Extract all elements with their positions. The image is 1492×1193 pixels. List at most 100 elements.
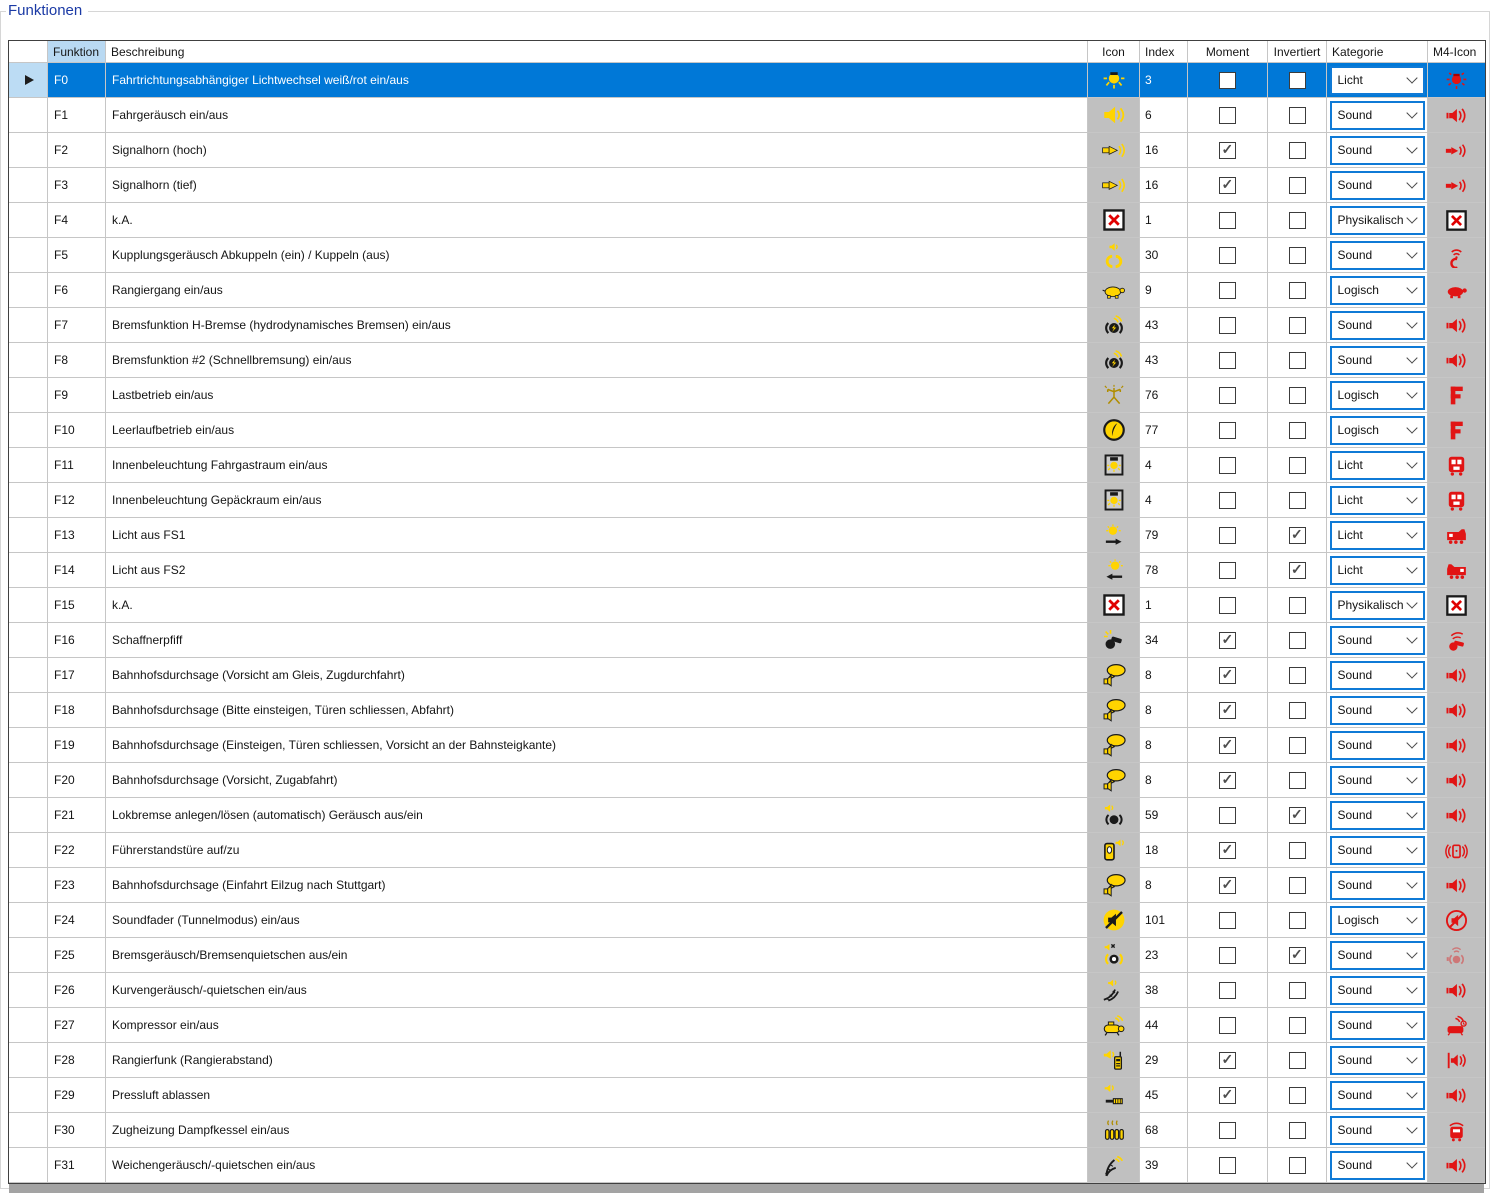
kategorie-select[interactable]: Logisch	[1329, 905, 1425, 935]
kategorie-select[interactable]: Sound	[1329, 1150, 1425, 1180]
table-row[interactable]: F1 Fahrgeräusch ein/aus 6 Sound	[9, 98, 1485, 133]
moment-checkbox[interactable]	[1219, 561, 1236, 579]
invertiert-checkbox[interactable]	[1288, 876, 1306, 894]
table-row[interactable]: F11 Innenbeleuchtung Fahrgastraum ein/aus…	[9, 448, 1485, 483]
row-selector-cell[interactable]	[9, 133, 48, 168]
moment-checkbox[interactable]	[1219, 246, 1236, 264]
kategorie-select[interactable]: Licht	[1329, 65, 1425, 95]
moment-checkbox[interactable]	[1219, 806, 1236, 824]
moment-checkbox[interactable]	[1219, 351, 1236, 369]
invertiert-checkbox[interactable]	[1288, 386, 1306, 404]
kategorie-select[interactable]: Sound	[1329, 1080, 1425, 1110]
table-row[interactable]: F21 Lokbremse anlegen/lösen (automatisch)…	[9, 798, 1485, 833]
row-selector-cell[interactable]	[9, 238, 48, 273]
header-icon[interactable]: Icon	[1088, 41, 1140, 63]
kategorie-select[interactable]: Logisch	[1329, 380, 1425, 410]
invertiert-checkbox[interactable]	[1288, 1156, 1306, 1174]
invertiert-checkbox[interactable]	[1288, 631, 1306, 649]
table-row[interactable]: F13Licht aus FS1 79 Licht	[9, 518, 1485, 553]
moment-checkbox[interactable]	[1219, 876, 1236, 894]
invertiert-checkbox[interactable]	[1288, 771, 1306, 789]
kategorie-select[interactable]: Licht	[1329, 485, 1425, 515]
kategorie-select[interactable]: Sound	[1329, 975, 1425, 1005]
row-selector-cell[interactable]	[9, 1078, 48, 1113]
kategorie-select[interactable]: Sound	[1329, 240, 1425, 270]
kategorie-select[interactable]: Sound	[1329, 800, 1425, 830]
table-row[interactable]: F15 k.A. 1 Physikalisch	[9, 588, 1485, 623]
kategorie-select[interactable]: Sound	[1329, 695, 1425, 725]
invertiert-checkbox[interactable]	[1288, 246, 1306, 264]
kategorie-select[interactable]: Sound	[1329, 345, 1425, 375]
table-row[interactable]: F31 Weichengeräusch/-quietschen ein/aus 39…	[9, 1148, 1485, 1183]
table-row[interactable]: F30 Zugheizung Dampfkessel ein/aus 68 Sound	[9, 1113, 1485, 1148]
invertiert-checkbox[interactable]	[1288, 981, 1306, 999]
row-selector-cell[interactable]	[9, 413, 48, 448]
row-selector-cell[interactable]	[9, 63, 48, 98]
invertiert-checkbox[interactable]	[1288, 316, 1306, 334]
moment-checkbox[interactable]	[1219, 141, 1236, 159]
kategorie-select[interactable]: Physikalisch	[1329, 205, 1425, 235]
row-selector-cell[interactable]	[9, 553, 48, 588]
moment-checkbox[interactable]	[1219, 596, 1236, 614]
row-selector-cell[interactable]	[9, 623, 48, 658]
invertiert-checkbox[interactable]	[1288, 351, 1306, 369]
kategorie-select[interactable]: Sound	[1329, 660, 1425, 690]
moment-checkbox[interactable]	[1219, 421, 1236, 439]
kategorie-select[interactable]: Sound	[1329, 1045, 1425, 1075]
row-selector-cell[interactable]	[9, 168, 48, 203]
kategorie-select[interactable]: Licht	[1329, 520, 1425, 550]
moment-checkbox[interactable]	[1219, 456, 1236, 474]
invertiert-checkbox[interactable]	[1288, 911, 1306, 929]
table-row[interactable]: F4 k.A. 1 Physikalisch	[9, 203, 1485, 238]
horizontal-scrollbar[interactable]	[9, 1184, 1484, 1193]
kategorie-select[interactable]: Sound	[1329, 870, 1425, 900]
table-row[interactable]: F8 Bremsfunktion #2 (Schnellbremsung) ein…	[9, 343, 1485, 378]
moment-checkbox[interactable]	[1219, 316, 1236, 334]
kategorie-select[interactable]: Licht	[1329, 450, 1425, 480]
header-moment[interactable]: Moment	[1188, 41, 1268, 63]
row-selector-cell[interactable]	[9, 378, 48, 413]
row-selector-cell[interactable]	[9, 833, 48, 868]
invertiert-checkbox[interactable]	[1288, 736, 1306, 754]
table-row[interactable]: F22Führerstandstüre auf/zu 18 Sound	[9, 833, 1485, 868]
moment-checkbox[interactable]	[1219, 1051, 1236, 1069]
table-row[interactable]: F26 Kurvengeräusch/-quietschen ein/aus 38 S…	[9, 973, 1485, 1008]
row-selector-cell[interactable]	[9, 1008, 48, 1043]
row-selector-cell[interactable]	[9, 448, 48, 483]
moment-checkbox[interactable]	[1219, 631, 1236, 649]
moment-checkbox[interactable]	[1219, 71, 1236, 89]
table-row[interactable]: F25 Bremsgeräusch/Bremsenquietschen aus/e…	[9, 938, 1485, 973]
moment-checkbox[interactable]	[1219, 176, 1236, 194]
row-selector-cell[interactable]	[9, 483, 48, 518]
moment-checkbox[interactable]	[1219, 1086, 1236, 1104]
invertiert-checkbox[interactable]	[1288, 1016, 1306, 1034]
table-row[interactable]: F12 Innenbeleuchtung Gepäckraum ein/aus 4 L…	[9, 483, 1485, 518]
table-row[interactable]: F20 Bahnhofsdurchsage (Vorsicht, Zugabfah…	[9, 763, 1485, 798]
row-selector-cell[interactable]	[9, 728, 48, 763]
invertiert-checkbox[interactable]	[1288, 141, 1306, 159]
table-row[interactable]: F3Signalhorn (tief) 16 Sound	[9, 168, 1485, 203]
kategorie-select[interactable]: Sound	[1329, 100, 1425, 130]
row-selector-cell[interactable]	[9, 1148, 48, 1183]
kategorie-select[interactable]: Sound	[1329, 170, 1425, 200]
row-selector-cell[interactable]	[9, 658, 48, 693]
table-row[interactable]: F17 Bahnhofsdurchsage (Vorsicht am Gleis,…	[9, 658, 1485, 693]
moment-checkbox[interactable]	[1219, 946, 1236, 964]
table-row[interactable]: F24 Soundfader (Tunnelmodus) ein/aus 101 Lo…	[9, 903, 1485, 938]
table-row[interactable]: F23 Bahnhofsdurchsage (Einfahrt Eilzug na…	[9, 868, 1485, 903]
kategorie-select[interactable]: Sound	[1329, 940, 1425, 970]
invertiert-checkbox[interactable]	[1288, 666, 1306, 684]
kategorie-select[interactable]: Logisch	[1329, 275, 1425, 305]
row-selector-cell[interactable]	[9, 798, 48, 833]
moment-checkbox[interactable]	[1219, 1121, 1236, 1139]
table-row[interactable]: F14Licht aus FS2 78 Licht	[9, 553, 1485, 588]
header-funktion[interactable]: Funktion	[48, 41, 106, 63]
moment-checkbox[interactable]	[1219, 1016, 1236, 1034]
row-selector-cell[interactable]	[9, 903, 48, 938]
header-index[interactable]: Index	[1140, 41, 1188, 63]
row-selector-cell[interactable]	[9, 1043, 48, 1078]
header-invertiert[interactable]: Invertiert	[1268, 41, 1327, 63]
table-row[interactable]: F10 Leerlaufbetrieb ein/aus 77 Logisch	[9, 413, 1485, 448]
moment-checkbox[interactable]	[1219, 701, 1236, 719]
moment-checkbox[interactable]	[1219, 841, 1236, 859]
